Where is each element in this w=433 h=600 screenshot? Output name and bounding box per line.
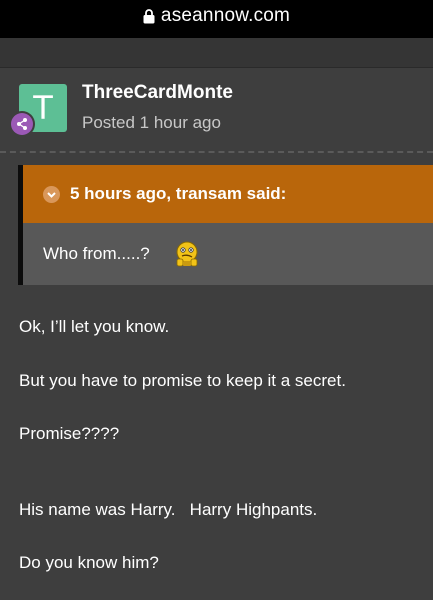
confused-face-emoji-icon — [176, 241, 198, 267]
post-timestamp[interactable]: Posted 1 hour ago — [82, 113, 221, 133]
url-display[interactable]: aseannow.com — [143, 5, 290, 27]
chevron-down-icon — [43, 185, 60, 203]
quote-block: 5 hours ago, transam said: Who from.....… — [18, 165, 433, 285]
lock-icon — [143, 8, 155, 23]
post-paragraph: Do you know him? — [19, 553, 159, 572]
share-nodes-icon — [17, 118, 27, 130]
quote-citation: 5 hours ago, transam said: — [70, 184, 287, 203]
header-divider — [0, 151, 433, 153]
quote-body: Who from.....? — [23, 223, 433, 285]
rank-badge — [9, 111, 35, 137]
post-header: T ThreeCardMonte Posted 1 hour ago — [0, 68, 433, 152]
post-paragraph: Promise???? — [19, 424, 120, 443]
author-name-link[interactable]: ThreeCardMonte — [82, 82, 233, 104]
url-text: aseannow.com — [160, 5, 291, 26]
browser-address-bar[interactable]: aseannow.com — [0, 0, 433, 38]
post-paragraph: His name was Harry. Harry Highpants. — [19, 500, 318, 519]
post-paragraph: But you have to promise to keep it a sec… — [19, 371, 346, 390]
post-paragraph: Ok, I’ll let you know. — [19, 317, 170, 336]
page-top-strip — [0, 38, 433, 68]
quote-citation-bar[interactable]: 5 hours ago, transam said: — [23, 165, 433, 223]
quote-text: Who from.....? — [43, 244, 150, 263]
